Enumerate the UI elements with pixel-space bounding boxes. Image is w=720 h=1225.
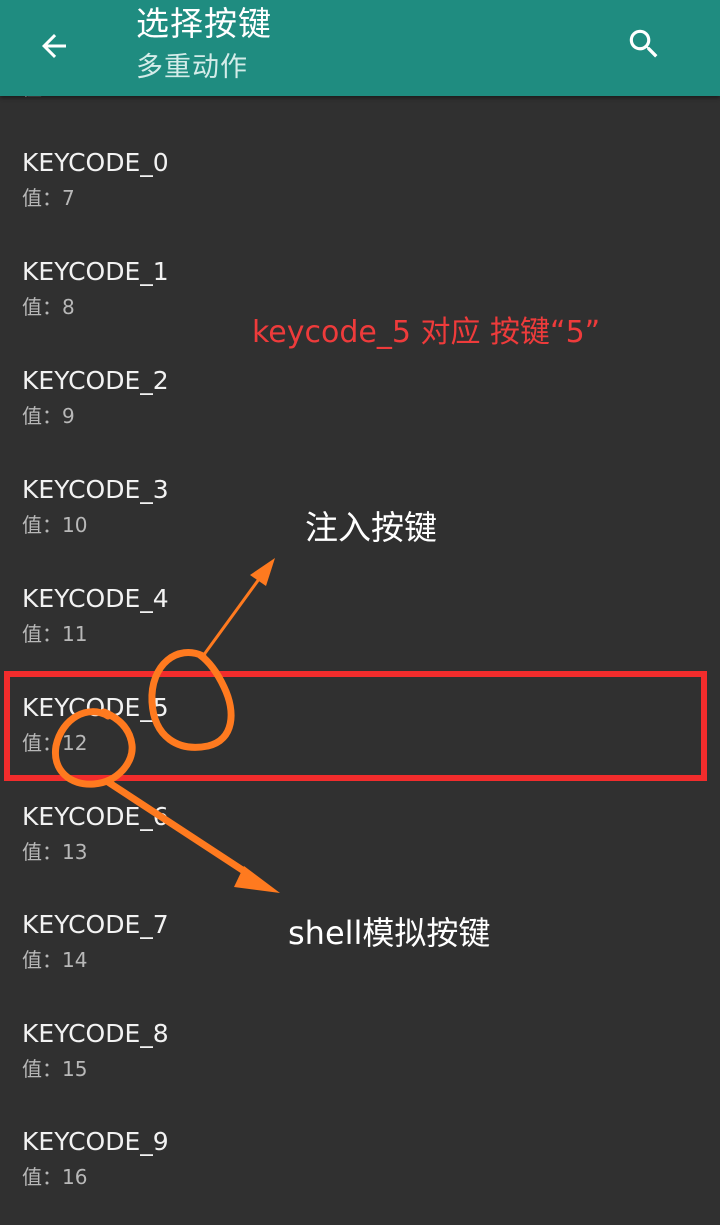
item-name: KEYCODE_6 [22,802,169,831]
item-name: KEYCODE_3 [22,475,169,504]
item-value: 值：10 [22,513,88,537]
keycode-mapping-note: keycode_5 对应 按键“5” [252,315,601,350]
shell-key-note: shell模拟按键 [288,914,491,952]
app-screen: 值：6 KEYCODE_0 值：7 KEYCODE_1 值：8 KEYCODE_… [0,0,720,1225]
item-value: 值：9 [22,404,75,428]
item-value: 值：16 [22,1165,88,1189]
item-name: KEYCODE_1 [22,257,169,286]
item-value: 值：8 [22,295,75,319]
inject-key-note: 注入按键 [305,508,437,547]
list-item-keycode-4[interactable]: KEYCODE_4 值：11 [0,582,720,690]
item-value: 值：12 [22,731,88,755]
page-title: 选择按键 [136,4,272,43]
app-bar: 选择按键 多重动作 [0,0,720,96]
list-item-keycode-9[interactable]: KEYCODE_9 值：16 [0,1125,720,1225]
item-name: KEYCODE_7 [22,910,169,939]
list-item-keycode-0[interactable]: KEYCODE_0 值：7 [0,146,720,254]
item-name: KEYCODE_4 [22,584,169,613]
list-item-keycode-5[interactable]: KEYCODE_5 值：12 [0,691,720,799]
item-value: 值：11 [22,622,88,646]
item-value: 值：14 [22,948,88,972]
item-name: KEYCODE_5 [22,693,169,722]
list-item-keycode-8[interactable]: KEYCODE_8 值：15 [0,1017,720,1125]
list-item-keycode-6[interactable]: KEYCODE_6 值：13 [0,800,720,908]
list-item-keycode-2[interactable]: KEYCODE_2 值：9 [0,364,720,472]
item-name: KEYCODE_8 [22,1019,169,1048]
item-name: KEYCODE_2 [22,366,169,395]
keycode-list[interactable]: 值：6 KEYCODE_0 值：7 KEYCODE_1 值：8 KEYCODE_… [0,0,720,1225]
item-name: KEYCODE_9 [22,1127,169,1156]
search-icon [629,29,658,58]
item-value: 值：15 [22,1057,88,1081]
item-value: 值：13 [22,840,88,864]
arrow-back-icon [42,34,66,58]
search-button[interactable] [612,12,676,76]
item-name: KEYCODE_0 [22,148,169,177]
item-value: 值：7 [22,186,75,210]
page-subtitle: 多重动作 [136,52,248,83]
back-button[interactable] [22,14,86,78]
